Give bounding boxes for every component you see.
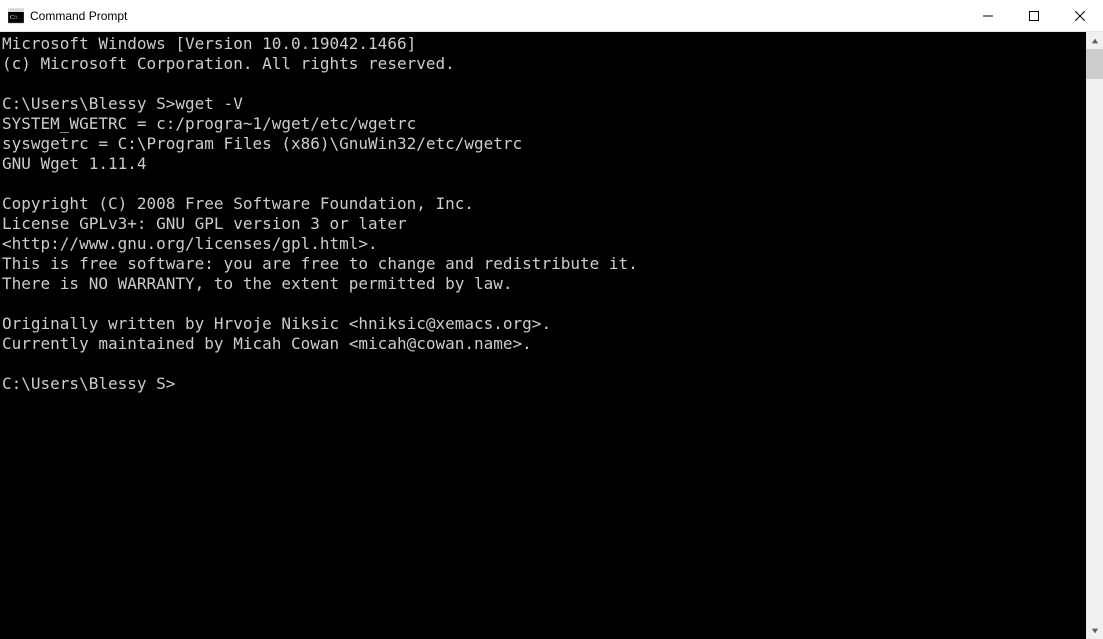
scroll-down-button[interactable]: [1086, 622, 1103, 639]
minimize-button[interactable]: [965, 0, 1011, 31]
content-area: Microsoft Windows [Version 10.0.19042.14…: [0, 32, 1103, 639]
window-title: Command Prompt: [30, 9, 127, 23]
svg-text:C:\: C:\: [10, 15, 18, 21]
terminal-output[interactable]: Microsoft Windows [Version 10.0.19042.14…: [0, 32, 1086, 639]
window-controls: [965, 0, 1103, 31]
titlebar[interactable]: C:\ Command Prompt: [0, 0, 1103, 32]
vertical-scrollbar[interactable]: [1086, 32, 1103, 639]
scroll-track[interactable]: [1086, 49, 1103, 622]
close-button[interactable]: [1057, 0, 1103, 31]
app-icon: C:\: [8, 8, 24, 24]
scroll-thumb[interactable]: [1086, 49, 1103, 79]
maximize-button[interactable]: [1011, 0, 1057, 31]
scroll-up-button[interactable]: [1086, 32, 1103, 49]
